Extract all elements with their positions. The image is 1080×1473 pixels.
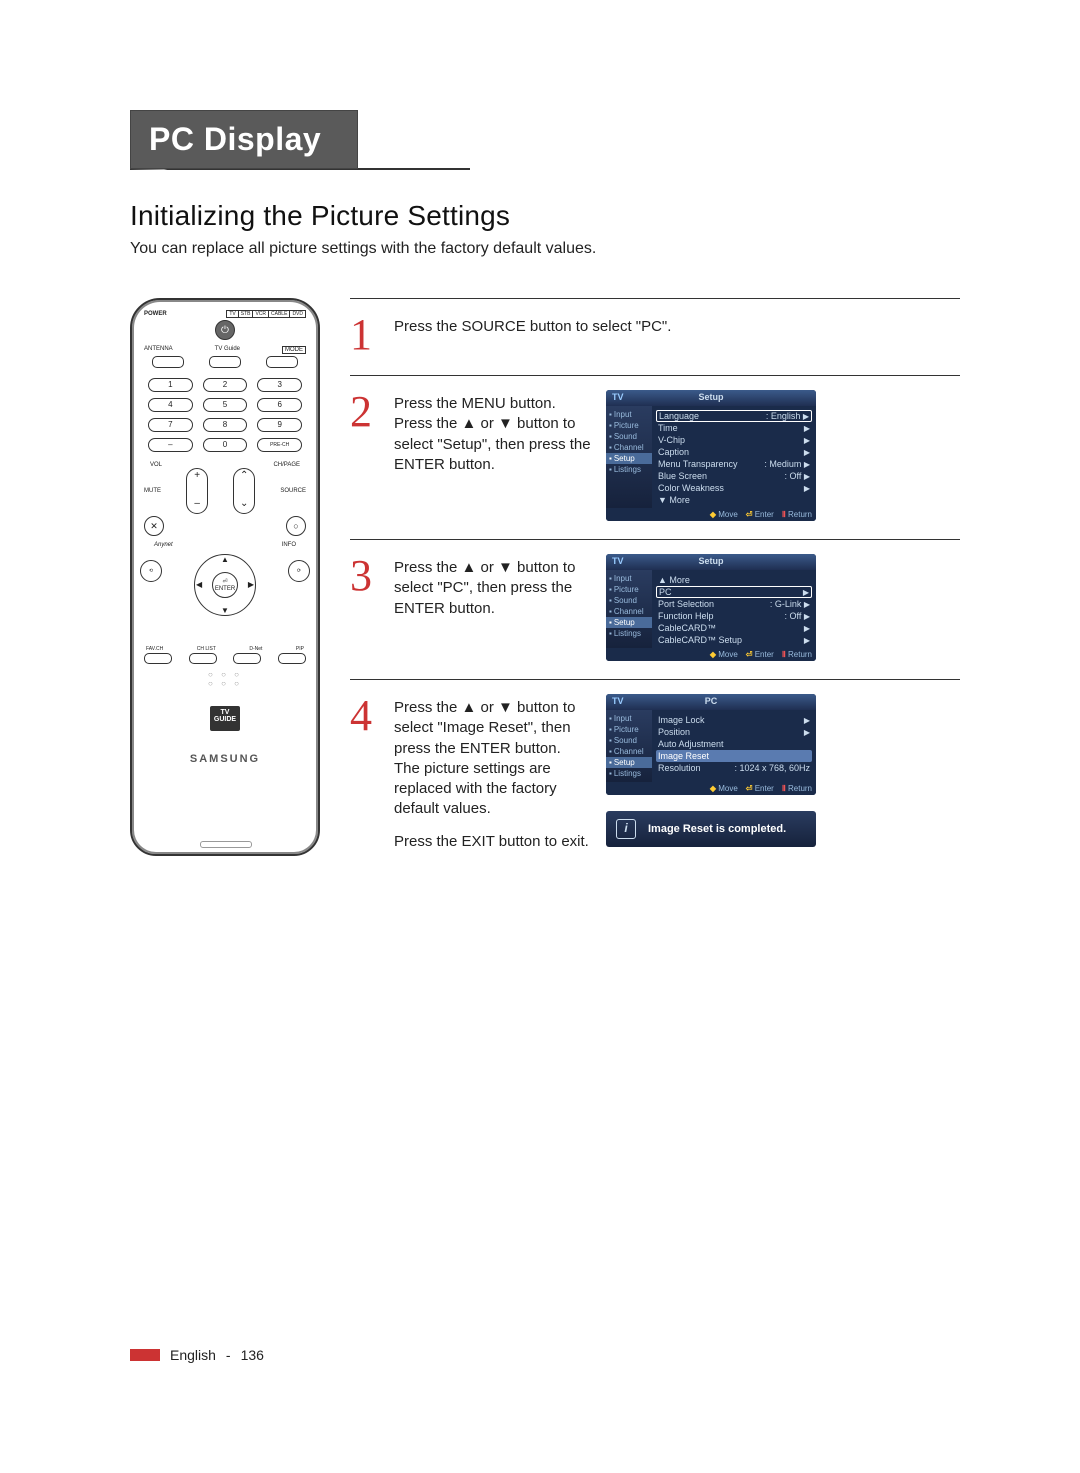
menu-row: Language: English ▶: [656, 410, 812, 422]
step-3: 3 Press the ▲ or ▼ button to select "PC"…: [350, 539, 960, 679]
side-item: ▪Listings: [606, 464, 652, 475]
info-bar: i Image Reset is completed.: [606, 811, 816, 847]
menu-row: ▼ More: [656, 494, 812, 506]
osd-step4: TVPC ▪Input▪Picture▪Sound▪Channel▪Setup▪…: [606, 694, 816, 847]
side-item: ▪Channel: [606, 746, 652, 757]
step-2: 2 Press the MENU button. Press the ▲ or …: [350, 375, 960, 539]
step-number: 1: [350, 313, 382, 357]
label-source: SOURCE: [280, 488, 306, 494]
side-item: ▪Listings: [606, 628, 652, 639]
menu-row: Time ▶: [656, 422, 812, 434]
side-item: ▪Setup: [606, 453, 652, 464]
menu-row: PC ▶: [656, 586, 812, 598]
label-chpage: CH/PAGE: [273, 462, 300, 468]
menu-row: Position ▶: [656, 726, 812, 738]
label-vol: VOL: [150, 462, 162, 468]
footer-page: 136: [241, 1347, 264, 1363]
step-text: Press the MENU button. Press the ▲ or ▼ …: [394, 394, 594, 475]
steps-list: 1 Press the SOURCE button to select "PC"…: [350, 298, 960, 882]
mode-tabs: TV STB VCR CABLE DVD: [226, 310, 306, 318]
side-item: ▪Picture: [606, 584, 652, 595]
menu-row: Blue Screen: Off ▶: [656, 470, 812, 482]
side-item: ▪Sound: [606, 431, 652, 442]
step-number: 3: [350, 554, 382, 661]
page-intro: You can replace all picture settings wit…: [130, 240, 960, 258]
label-antenna: ANTENNA: [144, 346, 173, 354]
step-number: 2: [350, 390, 382, 521]
footer-accent: [130, 1349, 160, 1361]
info-icon: i: [616, 819, 636, 839]
dpad: ▲ ▼ ◀ ▶ ⏎ENTER: [194, 554, 256, 616]
menu-row: CableCARD™ Setup ▶: [656, 634, 812, 646]
brand-label: SAMSUNG: [140, 753, 310, 765]
menu-row: Image Reset: [656, 750, 812, 762]
side-item: ▪Input: [606, 409, 652, 420]
side-item: ▪Setup: [606, 617, 652, 628]
label-mode: MODE: [282, 346, 306, 354]
menu-row: Image Lock ▶: [656, 714, 812, 726]
menu-row: Function Help: Off ▶: [656, 610, 812, 622]
step-text: Press the ▲ or ▼ button to select "PC", …: [394, 558, 594, 619]
step-text-2: Press the EXIT button to exit.: [394, 832, 594, 852]
tvguide-logo: TV GUIDE: [210, 706, 240, 731]
menu-row: Auto Adjustment: [656, 738, 812, 750]
dots: ○ ○ ○○ ○ ○: [140, 670, 310, 688]
label-power: POWER: [144, 311, 167, 317]
side-item: ▪Setup: [606, 757, 652, 768]
menu-row: Menu Transparency: Medium ▶: [656, 458, 812, 470]
side-item: ▪Listings: [606, 768, 652, 779]
step-4: 4 Press the ▲ or ▼ button to select "Ima…: [350, 679, 960, 882]
menu-row: ▲ More: [656, 574, 812, 586]
label-info: INFO: [282, 542, 296, 548]
menu-row: V-Chip ▶: [656, 434, 812, 446]
side-item: ▪Input: [606, 713, 652, 724]
page-subhead: Initializing the Picture Settings: [130, 200, 960, 232]
btn-antenna: [152, 356, 184, 368]
number-pad: 1 2 3 4 5 6 7 8 9 – 0 PRE-CH: [148, 378, 302, 452]
section-tab: PC Display: [130, 110, 358, 169]
footer-lang: English: [170, 1347, 216, 1363]
ring-left: ⟲: [140, 560, 162, 582]
step-1: 1 Press the SOURCE button to select "PC"…: [350, 298, 960, 375]
btn-mode: [266, 356, 298, 368]
info-text: Image Reset is completed.: [648, 823, 786, 835]
step-number: 4: [350, 694, 382, 864]
step-text: Press the ▲ or ▼ button to select "Image…: [394, 698, 594, 820]
remote-illustration: POWER TV STB VCR CABLE DVD ⏻ ANTENNA TV …: [130, 298, 320, 856]
osd-step3: TVSetup ▪Input▪Picture▪Sound▪Channel▪Set…: [606, 554, 816, 661]
side-item: ▪Picture: [606, 420, 652, 431]
page-footer: English - 136: [130, 1347, 264, 1363]
ring-right: ⟳: [288, 560, 310, 582]
btn-tvguide: [209, 356, 241, 368]
osd-step2: TVSetup ▪Input▪Picture▪Sound▪Channel▪Set…: [606, 390, 816, 521]
menu-row: Resolution: 1024 x 768, 60Hz: [656, 762, 812, 774]
side-item: ▪Input: [606, 573, 652, 584]
label-anynet: Anynet: [154, 542, 173, 548]
menu-row: Color Weakness ▶: [656, 482, 812, 494]
side-item: ▪Channel: [606, 606, 652, 617]
menu-row: Port Selection: G-Link ▶: [656, 598, 812, 610]
power-icon: ⏻: [215, 320, 235, 340]
source-icon: ○: [286, 516, 306, 536]
label-tvguide: TV Guide: [215, 346, 240, 354]
side-item: ▪Sound: [606, 735, 652, 746]
side-item: ▪Sound: [606, 595, 652, 606]
mute-icon: ✕: [144, 516, 164, 536]
menu-row: Caption ▶: [656, 446, 812, 458]
side-item: ▪Channel: [606, 442, 652, 453]
step-text: Press the SOURCE button to select "PC".: [394, 317, 960, 337]
label-mute: MUTE: [144, 488, 161, 494]
side-item: ▪Picture: [606, 724, 652, 735]
menu-row: CableCARD™ ▶: [656, 622, 812, 634]
